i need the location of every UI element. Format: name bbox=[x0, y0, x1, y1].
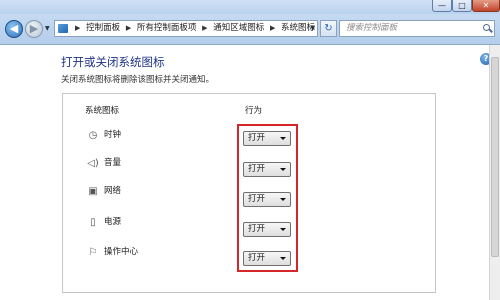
search-input[interactable]: 搜索控制面板 bbox=[339, 20, 495, 37]
speaker-icon: ◁) bbox=[87, 158, 99, 169]
search-placeholder: 搜索控制面板 bbox=[346, 23, 398, 33]
search-icon[interactable] bbox=[483, 24, 490, 31]
breadcrumb-item-all-items[interactable]: 所有控制面板项 bbox=[137, 23, 197, 33]
breadcrumb-separator-icon[interactable]: ▶ bbox=[202, 24, 207, 32]
column-header-system-icon: 系统图标 bbox=[85, 106, 120, 116]
back-button[interactable]: ◀ bbox=[5, 20, 23, 38]
network-icon: ▣ bbox=[88, 186, 98, 197]
page-description: 关闭系统图标将删除该图标并关闭通知。 bbox=[61, 75, 215, 85]
forward-button[interactable]: ▶ bbox=[25, 20, 43, 38]
vertical-scrollbar[interactable] bbox=[489, 45, 500, 300]
breadcrumb-separator-icon[interactable]: ▶ bbox=[75, 24, 80, 32]
page-title: 打开或关闭系统图标 bbox=[61, 55, 165, 69]
highlight-box bbox=[237, 124, 298, 272]
maximize-button[interactable]: □ bbox=[452, 0, 472, 12]
breadcrumb: ▶ 控制面板 ▶ 所有控制面板项 ▶ 通知区域图标 ▶ 系统图标 bbox=[72, 21, 315, 36]
address-bar[interactable]: ▶ 控制面板 ▶ 所有控制面板项 ▶ 通知区域图标 ▶ 系统图标 ▼ bbox=[54, 20, 318, 37]
breadcrumb-item-control-panel[interactable]: 控制面板 bbox=[86, 23, 120, 33]
breadcrumb-separator-icon[interactable]: ▶ bbox=[126, 24, 131, 32]
row-label-power: 电源 bbox=[104, 217, 122, 227]
minimize-button[interactable]: — bbox=[432, 0, 452, 12]
refresh-icon: ↻ bbox=[324, 23, 333, 34]
refresh-button[interactable]: ↻ bbox=[320, 20, 337, 37]
flag-icon: ⚐ bbox=[88, 247, 98, 258]
column-header-behavior: 行为 bbox=[245, 106, 263, 116]
control-panel-icon bbox=[58, 24, 68, 33]
breadcrumb-separator-icon[interactable]: ▶ bbox=[270, 24, 275, 32]
title-bar: — □ ✕ bbox=[0, 0, 500, 14]
battery-icon: ▯ bbox=[90, 217, 96, 228]
scrollbar-thumb[interactable] bbox=[491, 57, 499, 257]
recent-pages-dropdown[interactable]: ▼ bbox=[45, 25, 50, 32]
breadcrumb-item-notification-icons[interactable]: 通知区域图标 bbox=[213, 23, 264, 33]
address-dropdown-icon[interactable]: ▼ bbox=[310, 21, 315, 36]
row-label-action-center: 操作中心 bbox=[104, 247, 139, 257]
navigation-bar: ◀ ▶ ▼ ▶ 控制面板 ▶ 所有控制面板项 ▶ 通知区域图标 ▶ 系统图标 ▼… bbox=[0, 14, 500, 45]
row-label-clock: 时钟 bbox=[104, 130, 122, 140]
row-label-network: 网络 bbox=[104, 186, 122, 196]
clock-icon: ◷ bbox=[88, 130, 98, 141]
row-label-volume: 音量 bbox=[104, 158, 122, 168]
close-button[interactable]: ✕ bbox=[472, 0, 500, 12]
